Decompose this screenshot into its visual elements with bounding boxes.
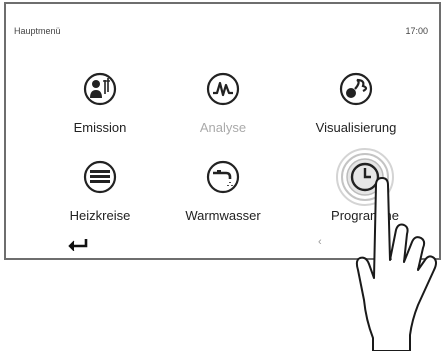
tile-visualisierung[interactable]: Visualisierung	[291, 72, 421, 142]
tile-analyse: Analyse	[158, 72, 288, 142]
visualisierung-icon	[339, 72, 373, 106]
tile-label: Analyse	[199, 120, 247, 135]
tile-emission[interactable]: Emission	[35, 72, 165, 142]
tile-warmwasser[interactable]: Warmwasser	[158, 160, 288, 230]
back-arrow-icon[interactable]	[66, 237, 88, 252]
tile-label: Visualisierung	[315, 120, 397, 135]
status-bar: Hauptmenü 17:00	[14, 26, 430, 38]
tile-label: Warmwasser	[185, 208, 261, 223]
analyse-icon	[206, 72, 240, 106]
warmwasser-icon	[206, 160, 240, 194]
tile-label: Heizkreise	[69, 208, 131, 223]
finger-tap-hand-icon	[318, 150, 446, 352]
heizkreise-icon	[83, 160, 117, 194]
tile-label: Emission	[73, 120, 127, 135]
clock: 17:00	[405, 26, 428, 36]
page-title: Hauptmenü	[14, 26, 61, 36]
tile-heizkreise[interactable]: Heizkreise	[35, 160, 165, 230]
emission-icon	[83, 72, 117, 106]
